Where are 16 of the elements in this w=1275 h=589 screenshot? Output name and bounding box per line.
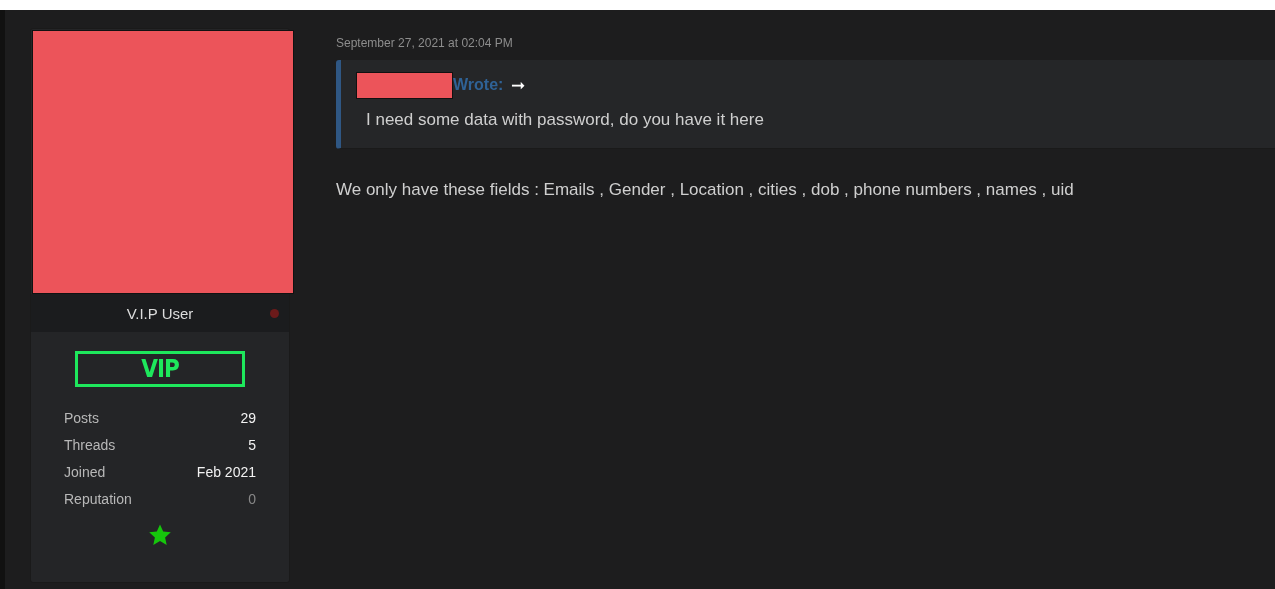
star-icon [148, 523, 172, 547]
post-date: September 27, 2021 at 02:04 PM [336, 36, 514, 50]
vip-badge: VIP [75, 351, 245, 387]
post-text: We only have these fields : Emails , Gender , Location , cities , dob , phone numbers , names , uid [336, 180, 1075, 200]
user-rank: V.I.P User [126, 304, 194, 322]
stat-label: Posts [64, 409, 99, 428]
jump-link[interactable]: ➞ [511, 74, 526, 96]
stat-label: Joined [64, 463, 106, 482]
stat-value: 29 [240, 409, 256, 428]
stat-value: Feb 2021 [196, 463, 256, 482]
quote-text: I need some data with password, do you have it here [366, 110, 765, 130]
stat-value: 0 [248, 490, 256, 509]
stat-label: Threads [64, 436, 116, 455]
stat-label: Reputation [64, 490, 132, 509]
stat-value: 5 [248, 436, 256, 455]
quote-author-label: Wrote: [453, 76, 504, 94]
